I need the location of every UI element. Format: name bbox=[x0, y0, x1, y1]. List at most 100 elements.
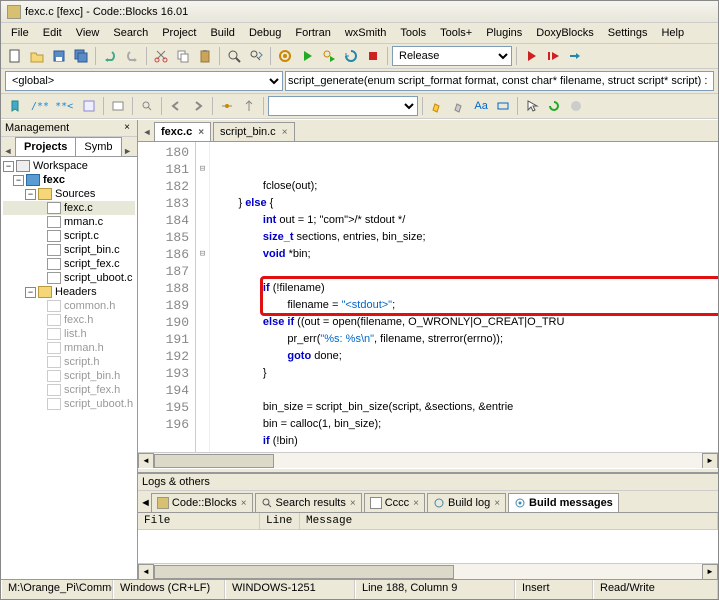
bookmark-toggle-button[interactable] bbox=[5, 96, 25, 116]
menu-debug[interactable]: Debug bbox=[243, 25, 287, 41]
logs-tab-left-arrow[interactable]: ◄ bbox=[140, 497, 151, 509]
redo-button[interactable] bbox=[122, 46, 142, 66]
log-tab-cccc[interactable]: Cccc× bbox=[364, 493, 425, 512]
menu-search[interactable]: Search bbox=[107, 25, 154, 41]
fold-column[interactable]: ⊟ ⊟ bbox=[196, 142, 210, 452]
refresh-button[interactable] bbox=[544, 96, 564, 116]
editor-tab-left-arrow[interactable]: ◄ bbox=[140, 127, 154, 137]
cut-button[interactable] bbox=[151, 46, 171, 66]
scroll-left-button[interactable]: ◄ bbox=[138, 564, 154, 580]
doc-comment-button[interactable]: /** **< bbox=[27, 96, 77, 116]
goto-button[interactable] bbox=[217, 96, 237, 116]
log-tab-search[interactable]: Search results× bbox=[255, 493, 362, 512]
tab-projects[interactable]: Projects bbox=[15, 137, 76, 156]
replace-button[interactable] bbox=[246, 46, 266, 66]
new-file-button[interactable] bbox=[5, 46, 25, 66]
tree-file[interactable]: mman.c bbox=[3, 215, 135, 229]
editor-tab-scriptbin[interactable]: script_bin.c× bbox=[213, 122, 294, 141]
log-tab-buildmsg[interactable]: Build messages bbox=[508, 493, 619, 512]
logs-scrollbar-h[interactable]: ◄ ► bbox=[138, 563, 718, 579]
management-close-button[interactable]: × bbox=[121, 122, 133, 134]
open-button[interactable] bbox=[27, 46, 47, 66]
tree-file[interactable]: script_uboot.c bbox=[3, 271, 135, 285]
highlight-button[interactable] bbox=[427, 96, 447, 116]
debug-step-button[interactable] bbox=[565, 46, 585, 66]
find-button[interactable] bbox=[224, 46, 244, 66]
menu-view[interactable]: View bbox=[70, 25, 106, 41]
menu-project[interactable]: Project bbox=[156, 25, 202, 41]
code-content[interactable]: fclose(out); } else { int out = 1; "com"… bbox=[210, 142, 718, 452]
log-tab-buildlog[interactable]: Build log× bbox=[427, 493, 506, 512]
menu-tools[interactable]: Tools bbox=[394, 25, 432, 41]
tree-project[interactable]: −fexc bbox=[3, 173, 135, 187]
paste-button[interactable] bbox=[195, 46, 215, 66]
copy-button[interactable] bbox=[173, 46, 193, 66]
tree-file[interactable]: script_fex.c bbox=[3, 257, 135, 271]
menu-file[interactable]: File bbox=[5, 25, 35, 41]
menu-toolsplus[interactable]: Tools+ bbox=[434, 25, 478, 41]
save-all-button[interactable] bbox=[71, 46, 91, 66]
find-in-files-button[interactable] bbox=[137, 96, 157, 116]
code-editor[interactable]: 1801811821831841851861871881891901911921… bbox=[138, 142, 718, 452]
whole-word-button[interactable] bbox=[493, 96, 513, 116]
tree-sources-folder[interactable]: −Sources bbox=[3, 187, 135, 201]
tree-file[interactable]: script.h bbox=[3, 355, 135, 369]
build-button[interactable] bbox=[275, 46, 295, 66]
scroll-right-button[interactable]: ► bbox=[702, 564, 718, 580]
tree-file[interactable]: fexc.c bbox=[3, 201, 135, 215]
menu-plugins[interactable]: Plugins bbox=[480, 25, 528, 41]
log-tab-codeblocks[interactable]: Code::Blocks× bbox=[151, 493, 253, 512]
menu-help[interactable]: Help bbox=[655, 25, 690, 41]
scroll-thumb[interactable] bbox=[154, 565, 454, 579]
search-combo[interactable] bbox=[268, 96, 418, 116]
mgmt-tab-right-arrow[interactable]: ► bbox=[121, 146, 135, 156]
tree-file[interactable]: script_bin.h bbox=[3, 369, 135, 383]
settings-button[interactable] bbox=[566, 96, 586, 116]
debug-run-button[interactable] bbox=[521, 46, 541, 66]
tree-file[interactable]: script.c bbox=[3, 229, 135, 243]
build-run-button[interactable] bbox=[319, 46, 339, 66]
tree-file[interactable]: common.h bbox=[3, 299, 135, 313]
menu-fortran[interactable]: Fortran bbox=[289, 25, 336, 41]
menu-wxsmith[interactable]: wxSmith bbox=[339, 25, 393, 41]
editor-scrollbar-h[interactable]: ◄ ► bbox=[138, 452, 718, 468]
doxy-button[interactable] bbox=[79, 96, 99, 116]
close-icon[interactable]: × bbox=[282, 127, 288, 138]
build-target-combo[interactable]: Release bbox=[392, 46, 512, 66]
scroll-thumb[interactable] bbox=[154, 454, 274, 468]
close-icon[interactable]: × bbox=[494, 498, 500, 509]
abort-button[interactable] bbox=[363, 46, 383, 66]
jump-button[interactable] bbox=[239, 96, 259, 116]
col-message[interactable]: Message bbox=[300, 513, 718, 529]
match-case-button[interactable]: Aa bbox=[471, 96, 491, 116]
tree-file[interactable]: script_uboot.h bbox=[3, 397, 135, 411]
menu-edit[interactable]: Edit bbox=[37, 25, 68, 41]
menu-settings[interactable]: Settings bbox=[602, 25, 654, 41]
tree-file[interactable]: mman.h bbox=[3, 341, 135, 355]
scroll-right-button[interactable]: ► bbox=[702, 453, 718, 469]
menu-doxyblocks[interactable]: DoxyBlocks bbox=[530, 25, 599, 41]
tree-headers-folder[interactable]: −Headers bbox=[3, 285, 135, 299]
scope-combo[interactable]: <global> bbox=[5, 71, 283, 91]
select-button[interactable] bbox=[522, 96, 542, 116]
save-button[interactable] bbox=[49, 46, 69, 66]
comment-button[interactable] bbox=[108, 96, 128, 116]
build-messages-table[interactable]: File Line Message bbox=[138, 513, 718, 563]
close-icon[interactable]: × bbox=[198, 127, 204, 138]
tree-file[interactable]: fexc.h bbox=[3, 313, 135, 327]
close-icon[interactable]: × bbox=[413, 498, 419, 509]
project-tree[interactable]: −Workspace −fexc −Sources fexc.c mman.c … bbox=[1, 157, 137, 579]
col-file[interactable]: File bbox=[138, 513, 260, 529]
nav-back-button[interactable] bbox=[166, 96, 186, 116]
rebuild-button[interactable] bbox=[341, 46, 361, 66]
tree-workspace[interactable]: −Workspace bbox=[3, 159, 135, 173]
close-icon[interactable]: × bbox=[350, 498, 356, 509]
col-line[interactable]: Line bbox=[260, 513, 300, 529]
run-button[interactable] bbox=[297, 46, 317, 66]
tree-file[interactable]: script_fex.h bbox=[3, 383, 135, 397]
function-combo[interactable] bbox=[285, 71, 714, 91]
undo-button[interactable] bbox=[100, 46, 120, 66]
highlight-clear-button[interactable] bbox=[449, 96, 469, 116]
editor-tab-fexc[interactable]: fexc.c× bbox=[154, 122, 211, 141]
close-icon[interactable]: × bbox=[241, 498, 247, 509]
